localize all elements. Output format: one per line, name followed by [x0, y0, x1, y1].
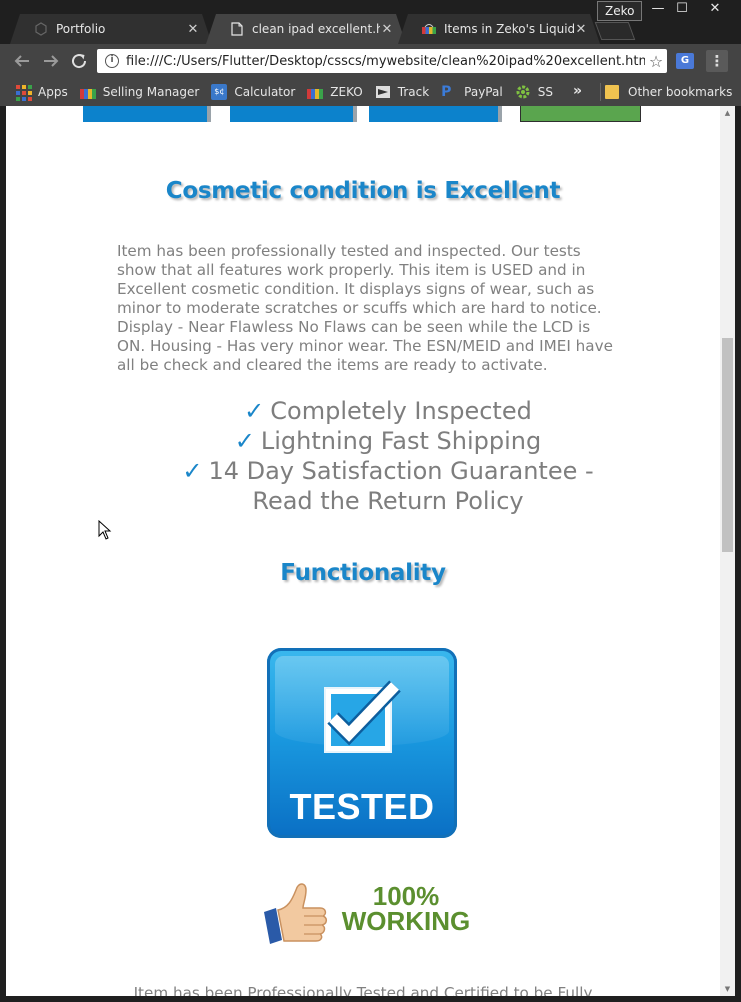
- bookmark-track[interactable]: Track: [369, 78, 435, 106]
- mouse-cursor-icon: [98, 520, 112, 540]
- tested-badge-image: TESTED: [267, 648, 457, 838]
- checkbox-check-icon: [324, 680, 401, 753]
- checkmark-icon: ✓: [244, 397, 265, 425]
- tab-title: Items in Zeko's Liquidati: [444, 22, 574, 36]
- toolbar: i file:///C:/Users/Flutter/Desktop/csscs…: [0, 44, 741, 78]
- bookmark-paypal[interactable]: P PayPal: [435, 78, 509, 106]
- bookmark-label: Other bookmarks: [628, 85, 733, 99]
- window-border: [0, 996, 741, 1002]
- close-icon[interactable]: ✕: [186, 22, 200, 37]
- bookmarks-bar: Apps Selling Manager $¢ Calculator ZEKO …: [0, 78, 741, 106]
- page-nav-button[interactable]: [520, 106, 641, 122]
- page-nav-button[interactable]: [230, 106, 357, 122]
- checkmark-icon: ✓: [234, 427, 255, 455]
- description-text: Item has been professionally tested and …: [117, 242, 613, 374]
- maximize-button[interactable]: ☐: [667, 0, 697, 20]
- new-tab-button[interactable]: [594, 22, 636, 40]
- bookmarks-overflow-button[interactable]: »: [573, 78, 582, 106]
- document-icon: [230, 22, 244, 36]
- tab-zeko-liquidation[interactable]: Items in Zeko's Liquidati ✕: [398, 14, 600, 44]
- scrollbar-thumb[interactable]: [722, 338, 733, 552]
- bookmark-selling-manager[interactable]: Selling Manager: [74, 78, 206, 106]
- tab-title: clean ipad excellent.html: [252, 22, 380, 36]
- bookmark-zeko[interactable]: ZEKO: [301, 78, 368, 106]
- folder-icon: [605, 85, 619, 99]
- ebay-favicon-icon: [79, 88, 96, 99]
- apps-grid-icon: [15, 84, 32, 101]
- bookmark-apps[interactable]: Apps: [0, 78, 74, 106]
- thumbs-up-icon: [264, 883, 327, 944]
- scroll-up-arrow-icon[interactable]: ▲: [720, 106, 735, 120]
- info-icon[interactable]: i: [105, 54, 119, 68]
- ebay-favicon-icon: [307, 88, 324, 99]
- arrow-right-icon: [44, 55, 59, 67]
- vertical-scrollbar[interactable]: ▲ ▼: [720, 106, 735, 996]
- profile-button[interactable]: Zeko: [597, 1, 643, 21]
- cosmetic-heading: Cosmetic condition is Excellent: [165, 178, 561, 204]
- close-icon[interactable]: ✕: [380, 22, 394, 37]
- page-nav-button[interactable]: [83, 106, 211, 122]
- ebay-favicon-icon: [422, 22, 436, 36]
- working-word: WORKING: [341, 906, 471, 936]
- tab-title: Portfolio: [56, 22, 106, 36]
- bookmark-label: ZEKO: [330, 85, 363, 99]
- feature-item: ✓ 14 Day Satisfaction Guarantee -Read the…: [182, 457, 594, 515]
- close-window-button[interactable]: ✕: [700, 0, 730, 20]
- bookmark-label: Track: [397, 85, 430, 99]
- reload-button[interactable]: [68, 50, 90, 72]
- page-nav-button[interactable]: [369, 106, 502, 122]
- track-icon: [375, 84, 391, 100]
- bookmark-label: Calculator: [234, 85, 296, 99]
- checkmark-icon: ✓: [182, 457, 203, 485]
- forward-button[interactable]: [40, 50, 62, 72]
- scroll-down-arrow-icon[interactable]: ▼: [720, 982, 735, 996]
- window-border: [735, 106, 741, 1002]
- page-viewport: Cosmetic condition is Excellent Item has…: [6, 106, 720, 996]
- address-bar[interactable]: i file:///C:/Users/Flutter/Desktop/csscs…: [97, 49, 667, 73]
- url-text[interactable]: file:///C:/Users/Flutter/Desktop/csscs/m…: [126, 54, 645, 69]
- bookmark-label: Apps: [38, 85, 68, 99]
- tab-clean-ipad[interactable]: clean ipad excellent.html ✕: [206, 14, 406, 44]
- bookmark-label: Selling Manager: [102, 85, 200, 99]
- reload-icon: [72, 54, 87, 69]
- paypal-icon: P: [441, 84, 452, 100]
- portfolio-favicon-icon: [34, 22, 48, 36]
- menu-icon[interactable]: ⋮: [706, 50, 728, 72]
- certification-text: Item has been Professionally Tested and …: [133, 984, 593, 996]
- functionality-heading: Functionality: [280, 560, 446, 586]
- gear-icon: [515, 84, 531, 100]
- other-bookmarks[interactable]: Other bookmarks: [605, 78, 732, 106]
- arrow-left-icon: [14, 55, 29, 67]
- back-button[interactable]: [11, 50, 33, 72]
- close-icon[interactable]: ✕: [574, 22, 588, 37]
- bookmark-label: PayPal: [464, 85, 503, 99]
- tab-portfolio[interactable]: Portfolio ✕: [10, 14, 212, 44]
- tested-label: TESTED: [289, 786, 435, 827]
- working-badge: 100% WORKING: [260, 878, 480, 948]
- star-icon[interactable]: ☆: [645, 52, 667, 71]
- bookmark-calculator[interactable]: $¢ Calculator: [205, 78, 301, 106]
- bookmark-label: SS: [537, 85, 553, 99]
- title-bar: Portfolio ✕ clean ipad excellent.html ✕ …: [0, 0, 741, 44]
- google-translate-icon[interactable]: G: [676, 53, 694, 69]
- calculator-icon: $¢: [211, 84, 228, 100]
- bookmark-ss[interactable]: SS: [509, 78, 559, 106]
- feature-item: ✓ Lightning Fast Shipping: [234, 427, 542, 455]
- working-label: 100% WORKING: [340, 883, 472, 936]
- bookmarks-divider: [600, 83, 601, 101]
- feature-list: ✓ Completely Inspected ✓ Lightning Fast Sh…: [156, 396, 620, 516]
- page-nav-buttons: [6, 106, 720, 122]
- feature-item: ✓ Completely Inspected: [244, 397, 532, 425]
